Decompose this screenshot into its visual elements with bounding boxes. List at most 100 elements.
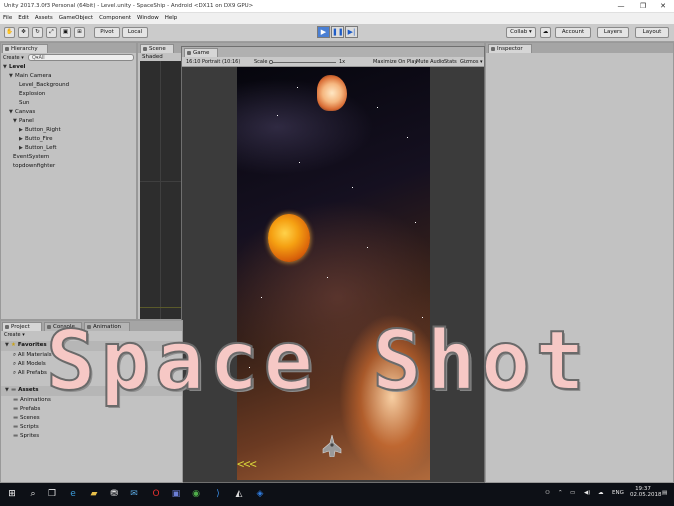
hierarchy-item-main-camera[interactable]: ▼ Main Camera [9,73,51,79]
opera-icon[interactable]: O [150,488,162,500]
maximize-button[interactable]: ❐ [634,1,652,12]
people-icon[interactable]: ⚇ [545,490,550,496]
folder-icon: ▬ [13,397,19,403]
asset-folder-prefabs[interactable]: ▬ Prefabs [13,406,40,412]
tab-hierarchy[interactable]: Hierarchy [2,44,48,53]
task-view-icon[interactable]: ❐ [46,488,58,500]
hierarchy-item-panel[interactable]: ▼ Panel [13,118,34,124]
tab-inspector[interactable]: Inspector [488,44,532,53]
unity-icon[interactable]: ◭ [233,488,245,500]
hierarchy-item-explosion[interactable]: Explosion [19,91,45,97]
assets-header[interactable]: ▼ ▬ Assets [5,387,39,393]
pause-icon[interactable]: ❚❚ [331,26,344,38]
transform-tool-icon[interactable]: ⊞ [74,27,85,38]
asset-folder-sprites[interactable]: ▬ Sprites [13,433,39,439]
windows-start-icon[interactable]: ⊞ [6,488,18,500]
store-icon[interactable]: ⛃ [108,488,120,500]
scale-value: 1x [339,59,346,65]
hierarchy-item-canvas[interactable]: ▼ Canvas [9,109,35,115]
hierarchy-item-level[interactable]: ▼ Level [3,64,25,70]
create-button[interactable]: Create ▾ [3,54,27,62]
mute-audio-toggle[interactable]: Mute Audio [416,59,444,65]
asset-folder-scripts[interactable]: ▬ Scripts [13,424,39,430]
visual-studio-code-icon[interactable]: ⟩ [212,488,224,500]
spaceship-sprite [322,435,342,457]
menu-component[interactable]: Component [96,13,134,21]
overlay-title: Space Shot [45,314,590,409]
menu-edit[interactable]: Edit [15,13,32,21]
hierarchy-item-sun[interactable]: Sun [19,100,29,106]
move-tool-icon[interactable]: ✥ [18,27,29,38]
file-explorer-icon[interactable]: ▰ [88,488,100,500]
chrome-icon[interactable]: ◉ [190,488,202,500]
hierarchy-item-button-right[interactable]: ▶ Button_Right [19,127,61,133]
hierarchy-item-eventsystem[interactable]: EventSystem [13,154,49,160]
tab-scene[interactable]: Scene [140,44,174,53]
folder-icon: ▬ [11,387,17,393]
visual-studio-icon[interactable]: ◈ [254,488,266,500]
asset-folder-scenes[interactable]: ▬ Scenes [13,415,40,421]
tab-project[interactable]: Project [2,322,42,331]
menu-gameobject[interactable]: GameObject [56,13,96,21]
rect-tool-icon[interactable]: ▣ [60,27,71,38]
hierarchy-item-button-left[interactable]: ▶ Button_Left [19,145,57,151]
menu-assets[interactable]: Assets [32,13,56,21]
hierarchy-search-input[interactable]: Q▾All [28,54,134,61]
minimize-button[interactable]: — [612,1,630,12]
play-icon[interactable]: ▶ [317,26,330,38]
folder-icon [5,325,9,329]
project-create-button[interactable]: Create ▾ [4,332,25,338]
game-toolbar: 16:10 Portrait (10:16) Scale 1x Maximize… [182,57,484,67]
folder-icon: ▬ [13,424,19,430]
scale-slider[interactable] [270,62,336,63]
collab-dropdown[interactable]: Collab ▾ [506,27,536,38]
menu-bar: File Edit Assets GameObject Component Window H… [0,13,674,24]
layout-dropdown[interactable]: Layout [635,27,669,38]
tab-game[interactable]: Game [184,48,218,57]
game-canvas[interactable]: ^^ <<< [237,67,430,480]
scale-tool-icon[interactable]: ⤢ [46,27,57,38]
scale-label: Scale [254,59,268,65]
shading-mode-dropdown[interactable]: Shaded [142,54,163,60]
scale-slider-thumb[interactable] [269,60,273,64]
close-button[interactable]: ✕ [654,1,672,12]
menu-help[interactable]: Help [162,13,181,21]
game-window: Game 16:10 Portrait (10:16) Scale 1x Max… [181,46,485,483]
clock[interactable]: 19:37 02.05.2018 [630,486,662,498]
volume-icon[interactable]: ◀) [584,490,590,496]
mail-icon[interactable]: ✉ [128,488,140,500]
menu-file[interactable]: File [0,13,15,21]
step-icon[interactable]: ▶| [345,26,358,38]
stats-toggle[interactable]: Stats [444,59,457,65]
language-indicator[interactable]: ENG [612,490,624,496]
hierarchy-item-level-background[interactable]: Level_Background [19,82,69,88]
search-icon[interactable]: ⌕ [27,488,39,500]
favorites-header[interactable]: ▼ ★ Favorites [5,342,47,348]
folder-icon: ▬ [13,406,19,412]
hierarchy-item-button-fire[interactable]: ▶ Butto_Fire [19,136,53,142]
clock-date: 02.05.2018 [630,492,662,498]
notifications-icon[interactable]: ▤ [662,490,667,496]
network-icon[interactable]: ▭ [570,490,575,496]
account-dropdown[interactable]: Account [555,27,591,38]
tray-expand-icon[interactable]: ⌃ [558,490,563,496]
aspect-dropdown[interactable]: 16:10 Portrait (10:16) [186,59,240,65]
menu-window[interactable]: Window [134,13,162,21]
favorite-all-models[interactable]: ⌕ All Models [13,361,46,368]
pivot-toggle[interactable]: Pivot [94,27,120,38]
onedrive-icon[interactable]: ☁ [598,490,604,496]
maximize-on-play-toggle[interactable]: Maximize On Play [373,59,417,65]
hierarchy-item-topdownfighter[interactable]: topdownfighter [13,163,55,169]
save-app-icon[interactable]: ▣ [170,488,182,500]
game-viewport: ^^ <<< [182,67,484,482]
gizmos-dropdown[interactable]: Gizmos ▾ [460,59,483,65]
cloud-icon[interactable]: ☁ [540,27,551,38]
toolbar: ✋ ✥ ↻ ⤢ ▣ ⊞ Pivot Local ▶ ❚❚ ▶| Collab ▾… [0,24,674,42]
local-toggle[interactable]: Local [122,27,148,38]
left-move-button[interactable]: <<< [237,457,257,471]
rotate-tool-icon[interactable]: ↻ [32,27,43,38]
layers-dropdown[interactable]: Layers [597,27,629,38]
favorite-all-prefabs[interactable]: ⌕ All Prefabs [13,370,47,377]
hand-tool-icon[interactable]: ✋ [4,27,15,38]
edge-browser-icon[interactable]: e [67,488,79,500]
